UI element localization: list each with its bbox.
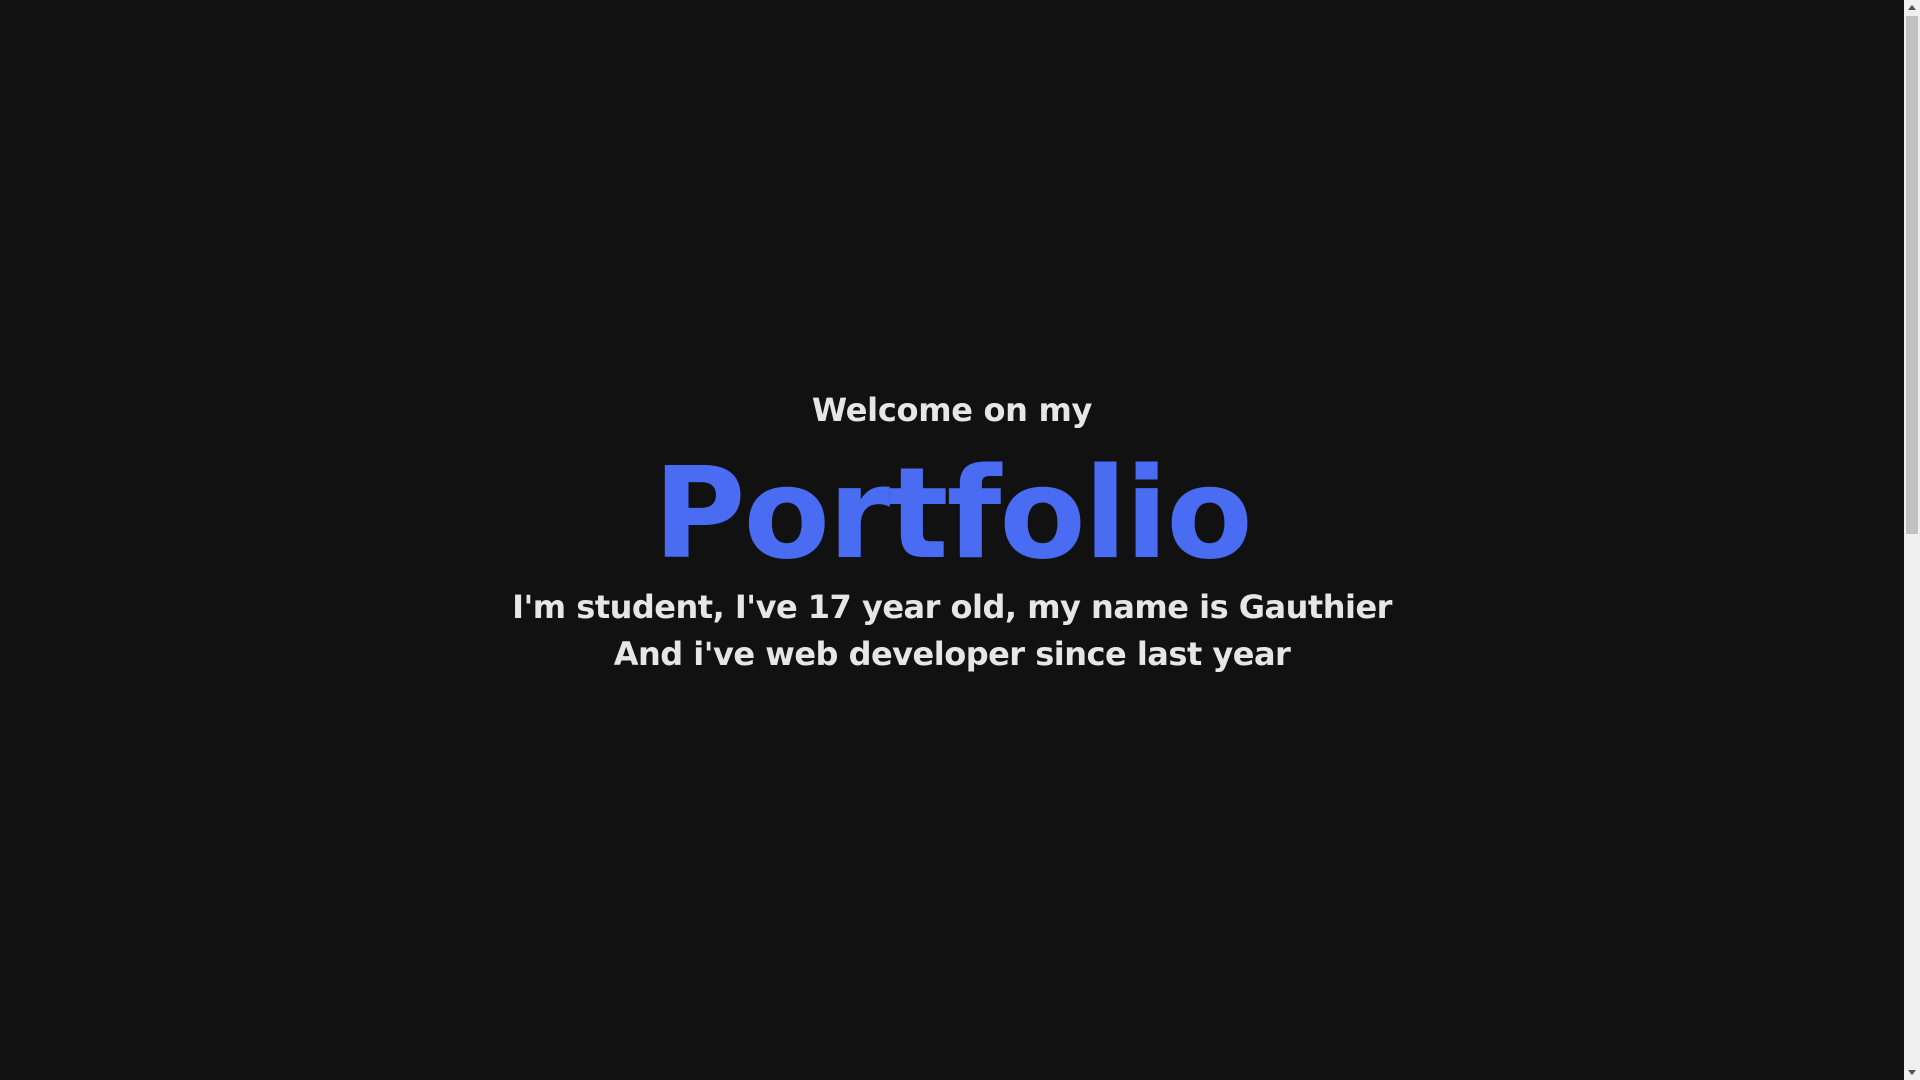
welcome-heading: Welcome on my — [811, 391, 1093, 429]
scroll-up-arrow-icon[interactable] — [1908, 5, 1916, 10]
intro-line-1: I'm student, I've 17 year old, my name i… — [512, 588, 1392, 626]
scrollbar-thumb[interactable] — [1906, 16, 1918, 534]
hero-section: Welcome on my Portfolio I'm student, I'v… — [0, 384, 1904, 678]
intro-line-2: And i've web developer since last year — [613, 635, 1291, 673]
scroll-down-arrow-icon[interactable] — [1908, 1070, 1916, 1075]
page-viewport: Welcome on my Portfolio I'm student, I'v… — [0, 0, 1904, 1080]
vertical-scrollbar[interactable] — [1904, 0, 1920, 1080]
portfolio-title: Portfolio — [653, 440, 1253, 587]
